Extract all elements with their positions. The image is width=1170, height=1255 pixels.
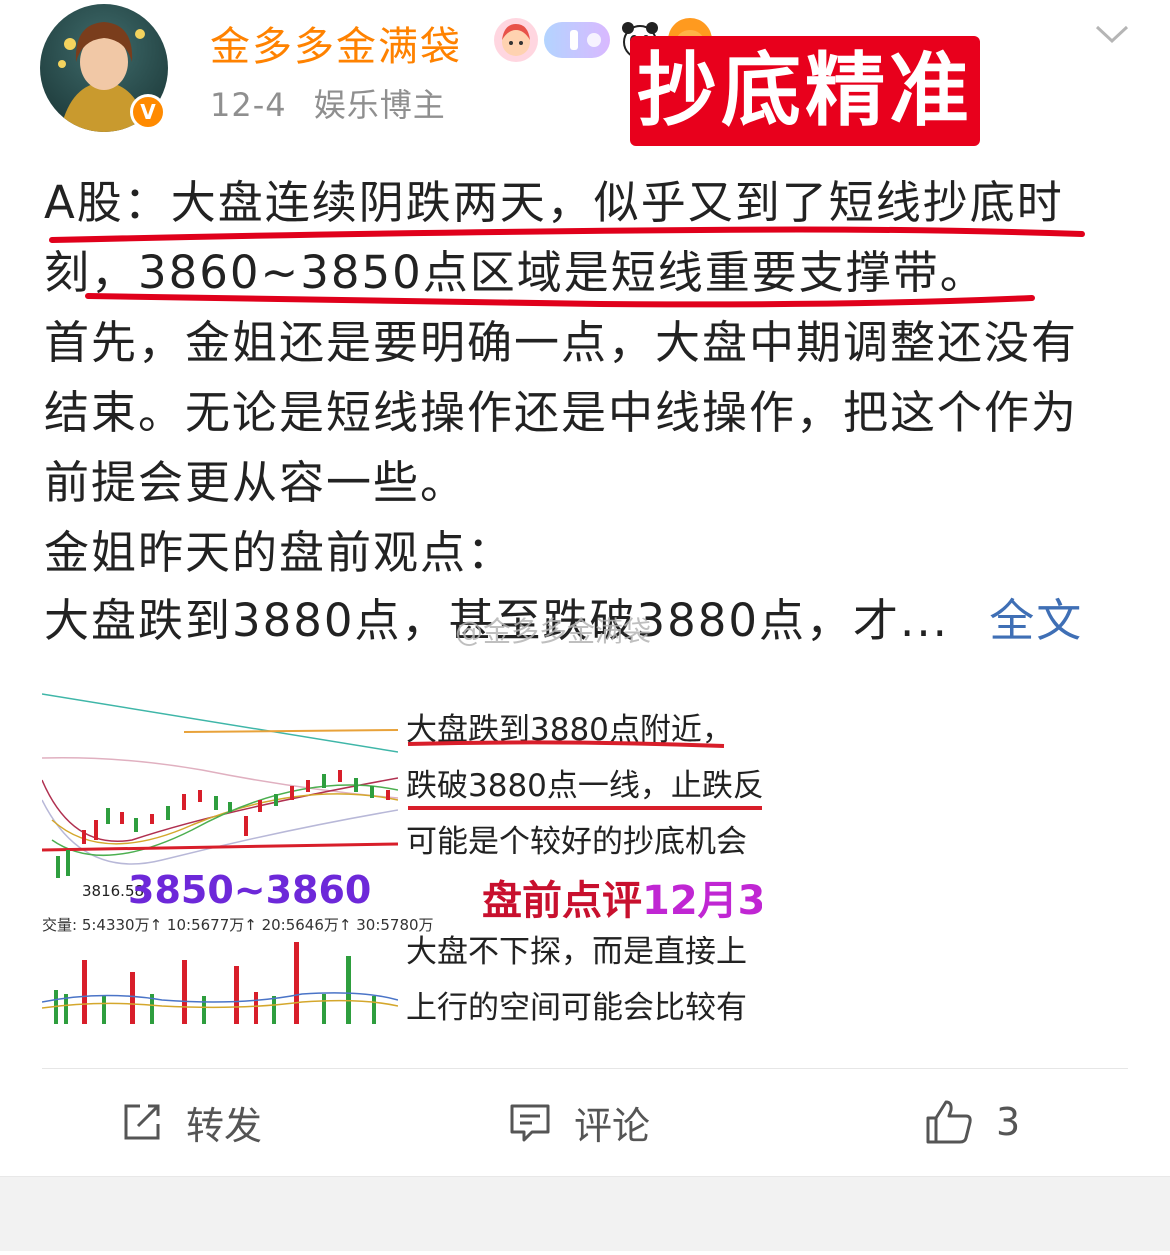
image-note-4: 大盘不下探，而是直接上: [406, 934, 747, 970]
content-line-6: 金姐昨天的盘前观点：: [44, 526, 515, 579]
like-count: 3: [996, 1100, 1021, 1144]
next-card-area: [0, 1176, 1170, 1255]
content-line-4: 结束。无论是短线操作还是中线操作，把这个作为: [44, 386, 1079, 439]
handdrawn-underlines: [49, 226, 1085, 308]
candlesticks: [56, 770, 390, 878]
expand-full-text-link[interactable]: 全文: [989, 594, 1083, 647]
image-underlines: [407, 740, 762, 810]
image-note-5: 上行的空间可能会比较有: [406, 990, 747, 1026]
price-range-label: 3850~3860: [128, 868, 372, 912]
kline-chart: [42, 693, 398, 1024]
like-button[interactable]: 3: [924, 1090, 1020, 1154]
thumbs-up-icon: [926, 1100, 972, 1144]
repost-label: 转发: [186, 1103, 263, 1148]
comment-icon: [510, 1104, 550, 1142]
note-title-text: 盘前点评: [482, 878, 642, 924]
image-note-3: 可能是个较好的抄底机会: [406, 824, 747, 860]
content-line-5: 前提会更从容一些。: [44, 456, 468, 509]
red-mark-icon: [116, 1221, 142, 1255]
share-icon: [124, 1104, 160, 1140]
image-note-title: 盘前点评12月3: [482, 868, 762, 926]
post-image[interactable]: 3816.58 3850~3860 交量: 5:4330万↑ 10:5677万↑…: [42, 690, 762, 1030]
volume-label: 交量: 5:4330万↑ 10:5677万↑ 20:5646万↑ 30:5780…: [42, 916, 434, 934]
divider: [42, 1068, 1128, 1069]
comment-button[interactable]: 评论: [508, 1090, 650, 1154]
note-date: 12月3: [642, 878, 762, 924]
repost-button[interactable]: 转发: [120, 1090, 262, 1154]
volume-bars: [54, 942, 376, 1024]
watermark: @金多多金满袋: [455, 615, 652, 648]
comment-label: 评论: [574, 1103, 651, 1148]
